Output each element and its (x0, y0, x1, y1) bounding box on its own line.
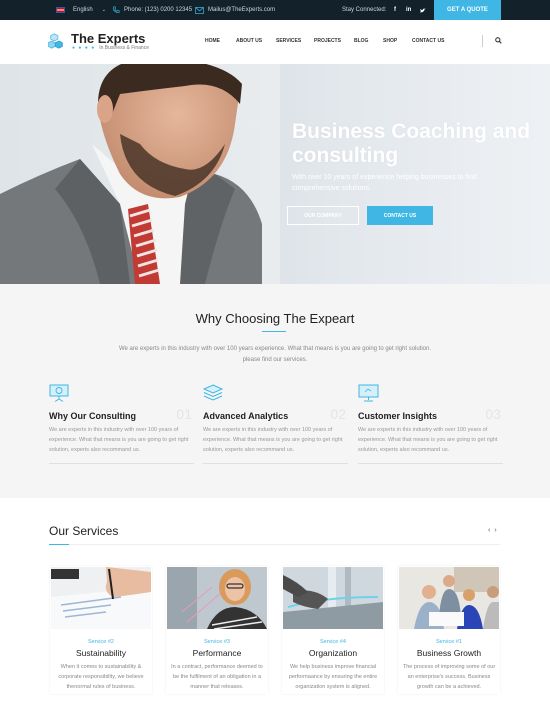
uk-flag-icon (56, 7, 65, 13)
hero-title: Business Coaching and consulting (292, 120, 531, 167)
top-bar: English ⌄ Phone: (123) 0200 12345 Mailus… (0, 0, 550, 20)
nav-home[interactable]: HOME (205, 38, 220, 44)
service-card[interactable]: Service #3 Performance In a contract, pe… (166, 566, 268, 694)
feature-title: Advanced Analytics (203, 411, 289, 421)
feature-divider (49, 463, 194, 464)
nav-projects[interactable]: PROJECTS (314, 38, 341, 44)
service-text: The process of improving some of our an … (402, 664, 496, 690)
section-title: Why Choosing The Expeart (195, 311, 355, 326)
service-tag: Service #1 (436, 639, 462, 645)
nav-shop[interactable]: SHOP (383, 38, 397, 44)
facebook-label: f (394, 7, 396, 13)
facebook-icon[interactable]: f (394, 0, 396, 20)
service-text: When it comes to sustainability & corpor… (58, 664, 144, 690)
feature-item: Advanced Analytics 02 We are experts in … (202, 384, 348, 464)
why-choosing-section: Why Choosing The Expeart We are experts … (0, 284, 550, 498)
section-subtitle: We are experts in this industry with ove… (118, 346, 432, 363)
chevron-down-icon: ⌄ (101, 7, 106, 13)
feature-text: We are experts in this industry with ove… (49, 427, 189, 453)
monitor-icon (358, 384, 379, 402)
layers-icon (202, 384, 224, 401)
envelope-icon (195, 6, 204, 14)
carousel-arrows: ‹ › (488, 527, 497, 534)
hero-banner: Business Coaching and consulting With ov… (0, 64, 550, 284)
feature-divider (358, 463, 503, 464)
presentation-board-icon (49, 384, 69, 402)
stay-connected-label: Stay Connected: (342, 0, 386, 20)
service-tag: Service #2 (88, 639, 114, 645)
contact-us-button[interactable]: CONTACT US (367, 206, 433, 225)
feature-number: 02 (330, 406, 346, 422)
service-card[interactable]: Service #1 Business Growth The process o… (398, 566, 500, 694)
service-tag: Service #4 (320, 639, 346, 645)
linkedin-label: in (406, 7, 412, 13)
service-title[interactable]: Organization (282, 648, 384, 658)
service-image-team (399, 567, 499, 629)
feature-text: We are experts in this industry with ove… (358, 427, 498, 453)
services-underline (49, 544, 500, 545)
service-text: In a contract, performance deemed to be … (171, 664, 263, 690)
get-a-quote-button[interactable]: GET A QUOTE (434, 0, 501, 20)
phone-info: Phone: (123) 0200 12345 (112, 0, 192, 20)
services-title: Our Services (49, 524, 119, 538)
feature-text: We are experts in this industry with ove… (203, 427, 343, 453)
businessman-photo (0, 64, 280, 284)
service-image-woman (167, 567, 267, 630)
feature-title: Customer Insights (358, 411, 438, 421)
service-title[interactable]: Sustainability (50, 648, 152, 658)
main-header: The Experts ● ● ● ● In Business & Financ… (0, 20, 550, 64)
feature-item: Why Our Consulting 01 We are experts in … (49, 384, 194, 464)
twitter-bird-icon (420, 7, 426, 12)
our-company-button[interactable]: OUR COMPANY (287, 206, 359, 225)
title-underline (262, 331, 286, 332)
services-underline-accent (49, 544, 69, 545)
cubes-logo-icon (48, 33, 63, 49)
language-selector[interactable]: English ⌄ (56, 0, 106, 20)
email-text: Mailus@TheExperts.com (208, 7, 276, 13)
service-card[interactable]: Service #2 Sustainability When it comes … (50, 566, 152, 694)
stay-connected-text: Stay Connected: (342, 7, 387, 13)
linkedin-icon[interactable]: in (406, 0, 411, 20)
language-label: English (73, 7, 93, 13)
service-title[interactable]: Business Growth (398, 648, 500, 658)
search-icon[interactable] (495, 37, 502, 44)
logo-title[interactable]: The Experts (71, 31, 145, 46)
carousel-prev-button[interactable]: ‹ (488, 527, 490, 534)
nav-divider (482, 35, 483, 47)
nav-blog[interactable]: BLOG (354, 38, 368, 44)
logo-subtitle-text: In Business & Finance (99, 45, 149, 51)
service-image-keyboard (283, 567, 383, 629)
twitter-icon[interactable] (420, 0, 426, 20)
feature-number: 03 (485, 406, 501, 422)
nav-contact-us[interactable]: CONTACT US (412, 38, 444, 44)
nav-services[interactable]: SERVICES (276, 38, 301, 44)
logo-dots: ● ● ● ● (72, 45, 96, 51)
feature-item: Customer Insights 03 We are experts in t… (358, 384, 503, 464)
nav-about-us[interactable]: ABOUT US (236, 38, 262, 44)
phone-text: Phone: (123) 0200 12345 (124, 7, 193, 13)
service-text: We help business improve financial perfo… (288, 664, 378, 690)
feature-number: 01 (176, 406, 192, 422)
service-tag: Service #3 (204, 639, 230, 645)
service-card[interactable]: Service #4 Organization We help business… (282, 566, 384, 694)
logo-subtitle: ● ● ● ● In Business & Finance (72, 45, 149, 51)
feature-title: Why Our Consulting (49, 411, 136, 421)
feature-divider (203, 463, 348, 464)
service-image-writing (51, 567, 151, 629)
carousel-next-button[interactable]: › (494, 527, 496, 534)
service-title[interactable]: Performance (166, 648, 268, 658)
email-info[interactable]: Mailus@TheExperts.com (195, 0, 275, 20)
phone-icon (112, 6, 120, 13)
hero-subtitle: With over 10 years of experience helping… (292, 174, 477, 192)
